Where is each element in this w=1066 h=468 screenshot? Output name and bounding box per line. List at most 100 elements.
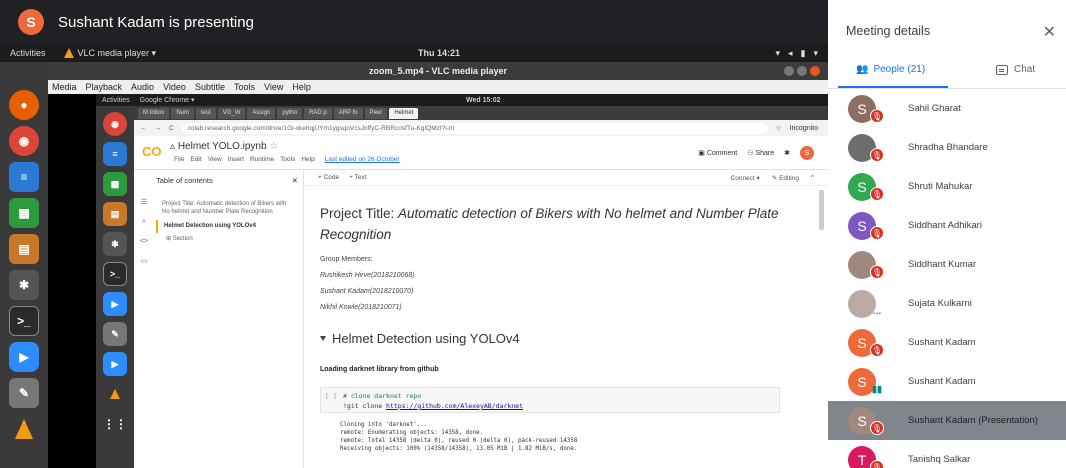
- reload-icon[interactable]: C: [169, 125, 174, 132]
- vlc-menu-media[interactable]: Media: [52, 82, 77, 92]
- collapse-triangle-icon[interactable]: [320, 335, 326, 341]
- gear-icon[interactable]: ✱: [784, 149, 790, 157]
- vlc-menu-video[interactable]: Video: [163, 82, 186, 92]
- search-icon[interactable]: ⌕: [142, 218, 146, 226]
- add-code-button[interactable]: + Code: [318, 174, 339, 181]
- volume-icon: ◂: [787, 47, 793, 58]
- firefox-icon[interactable]: ●: [9, 90, 39, 120]
- share-button[interactable]: ⚇ Share: [747, 149, 774, 157]
- participant-name: Shruti Mahukar: [908, 181, 973, 192]
- chrome-tab[interactable]: ARP fo: [333, 107, 363, 119]
- back-icon[interactable]: ←: [140, 125, 147, 132]
- close-icon[interactable]: ✕: [292, 176, 298, 185]
- colab-menu-view[interactable]: View: [208, 156, 222, 163]
- maximize-icon[interactable]: [797, 66, 807, 76]
- participant-row[interactable]: S 🎙 Siddhant Adhikari: [828, 206, 1066, 245]
- participant-row[interactable]: T 🎙 Tanishq Salkar: [828, 440, 1066, 468]
- chrome-tab[interactable]: RAD p: [304, 107, 332, 119]
- collapse-icon[interactable]: ^: [811, 174, 814, 182]
- colab-menu-insert[interactable]: Insert: [228, 156, 244, 163]
- mic-muted-icon: 🎙: [870, 109, 884, 123]
- participant-row[interactable]: S 🎙 Sahil Gharat: [828, 89, 1066, 128]
- toc-item-active[interactable]: Helmet Detection using YOLOv4: [156, 219, 298, 234]
- editing-toggle[interactable]: ✎ Editing: [772, 174, 799, 182]
- power-icon: ▾: [813, 47, 818, 58]
- chrome-tab[interactable]: pytho: [277, 107, 303, 119]
- vlc-menu-audio[interactable]: Audio: [131, 82, 154, 92]
- tab-chat-label: Chat: [1014, 64, 1036, 75]
- files-icon[interactable]: ▤: [9, 234, 39, 264]
- chrome-tab[interactable]: M Inbox: [138, 107, 170, 119]
- chrome-tab[interactable]: Peer: [364, 107, 388, 119]
- system-tray[interactable]: ▾ ◂ ▮ ▾: [775, 48, 818, 59]
- participant-row[interactable]: 🎙 Shradha Bhandare: [828, 128, 1066, 167]
- ubuntu-app-menu[interactable]: VLC media player ▾: [63, 48, 156, 59]
- close-panel-button[interactable]: ✕: [1043, 22, 1056, 42]
- terminal-icon[interactable]: >_: [9, 306, 39, 336]
- colab-menu-file[interactable]: File: [174, 156, 184, 163]
- zoom-icon[interactable]: ▶: [9, 342, 39, 372]
- account-avatar[interactable]: S: [800, 146, 814, 160]
- participant-row[interactable]: … Sujata Kulkarni: [828, 284, 1066, 323]
- comment-button[interactable]: ▣ Comment: [698, 149, 737, 157]
- forward-icon[interactable]: →: [155, 125, 162, 132]
- section-heading[interactable]: Helmet Detection using YOLOv4: [320, 331, 820, 346]
- colab-menu-runtime[interactable]: Runtime: [250, 156, 274, 163]
- close-icon[interactable]: [810, 66, 820, 76]
- code-snippets-icon[interactable]: <>: [140, 238, 148, 245]
- participant-row[interactable]: S 🎙 Shruti Mahukar: [828, 167, 1066, 206]
- notebook-scrollbar[interactable]: [819, 190, 824, 230]
- writer-icon[interactable]: ≡: [9, 162, 39, 192]
- vlc-icon[interactable]: [9, 414, 39, 444]
- chrome-tab[interactable]: test: [196, 107, 216, 119]
- text-editor-icon[interactable]: ✎: [9, 378, 39, 408]
- inner-zoom-icon: ▶: [103, 292, 127, 316]
- toc-item[interactable]: ⊞ Section: [156, 233, 298, 247]
- address-bar[interactable]: colab.research.google.com/drive/1Gi-xkeh…: [181, 122, 768, 134]
- network-icon: ▾: [775, 47, 780, 58]
- connect-button[interactable]: Connect ▾: [731, 174, 760, 182]
- toc-item[interactable]: Project Title: Automatic detection of Bi…: [156, 198, 298, 220]
- toc-icon[interactable]: ☰: [141, 198, 147, 206]
- tab-chat[interactable]: Chat: [996, 64, 1035, 75]
- vlc-menu-playback[interactable]: Playback: [86, 82, 123, 92]
- vlc-menu-subtitle[interactable]: Subtitle: [195, 82, 225, 92]
- vlc-menu-help[interactable]: Help: [292, 82, 311, 92]
- colab-menu-help[interactable]: Help: [301, 156, 314, 163]
- minimize-icon[interactable]: [784, 66, 794, 76]
- star-icon[interactable]: ☆: [269, 141, 278, 152]
- files-icon[interactable]: ▭: [141, 257, 148, 265]
- github-link[interactable]: https://github.com/AlexeyAB/darknet: [386, 402, 523, 410]
- tab-people[interactable]: 👥 People (21): [856, 64, 925, 75]
- run-cell-button[interactable]: [ ]: [325, 392, 337, 400]
- inner-activities: Activities: [102, 96, 130, 104]
- participant-name: Sujata Kulkarni: [908, 298, 972, 309]
- star-icon[interactable]: ☆: [776, 124, 782, 132]
- vlc-cone-icon: [63, 48, 74, 58]
- chrome-tab[interactable]: Num: [171, 107, 195, 119]
- incognito-label: Incognito: [789, 124, 818, 132]
- mic-muted-icon: 🎙: [870, 187, 884, 201]
- vlc-menu-tools[interactable]: Tools: [234, 82, 255, 92]
- chrome-tab[interactable]: Assign: [247, 107, 276, 119]
- participant-row[interactable]: S 🎙 Sushant Kadam (Presentation): [828, 401, 1066, 440]
- vlc-video-area[interactable]: Activities Google Chrome ▾ Wed 15:02 ◉ ≡…: [48, 94, 828, 468]
- add-text-button[interactable]: + Text: [349, 174, 366, 181]
- settings-icon[interactable]: ✱: [9, 270, 39, 300]
- participant-row[interactable]: S ▮▮ Sushant Kadam: [828, 362, 1066, 401]
- code-cell[interactable]: [ ] # clone darknet repo !git clone http…: [320, 386, 780, 413]
- colab-menu-tools[interactable]: Tools: [280, 156, 295, 163]
- colab-menu-edit[interactable]: Edit: [190, 156, 201, 163]
- ubuntu-activities[interactable]: Activities: [10, 48, 46, 58]
- notebook-title[interactable]: ▵ Helmet YOLO.ipynb ☆: [170, 141, 278, 152]
- participant-row[interactable]: 🎙 Siddhant Kumar: [828, 245, 1066, 284]
- chrome-tab-active[interactable]: Helmet: [389, 107, 419, 119]
- participant-row[interactable]: S 🎙 Sushant Kadam: [828, 323, 1066, 362]
- chrome-icon[interactable]: ◉: [9, 126, 39, 156]
- panel-title: Meeting details: [846, 24, 931, 38]
- member-item: Rushikesh Hirve(2018210068): [320, 271, 415, 279]
- vlc-menu-view[interactable]: View: [264, 82, 283, 92]
- last-edited-link[interactable]: Last edited on 26 October: [325, 156, 400, 163]
- calc-icon[interactable]: ▦: [9, 198, 39, 228]
- chrome-tab[interactable]: VG_W: [217, 107, 246, 119]
